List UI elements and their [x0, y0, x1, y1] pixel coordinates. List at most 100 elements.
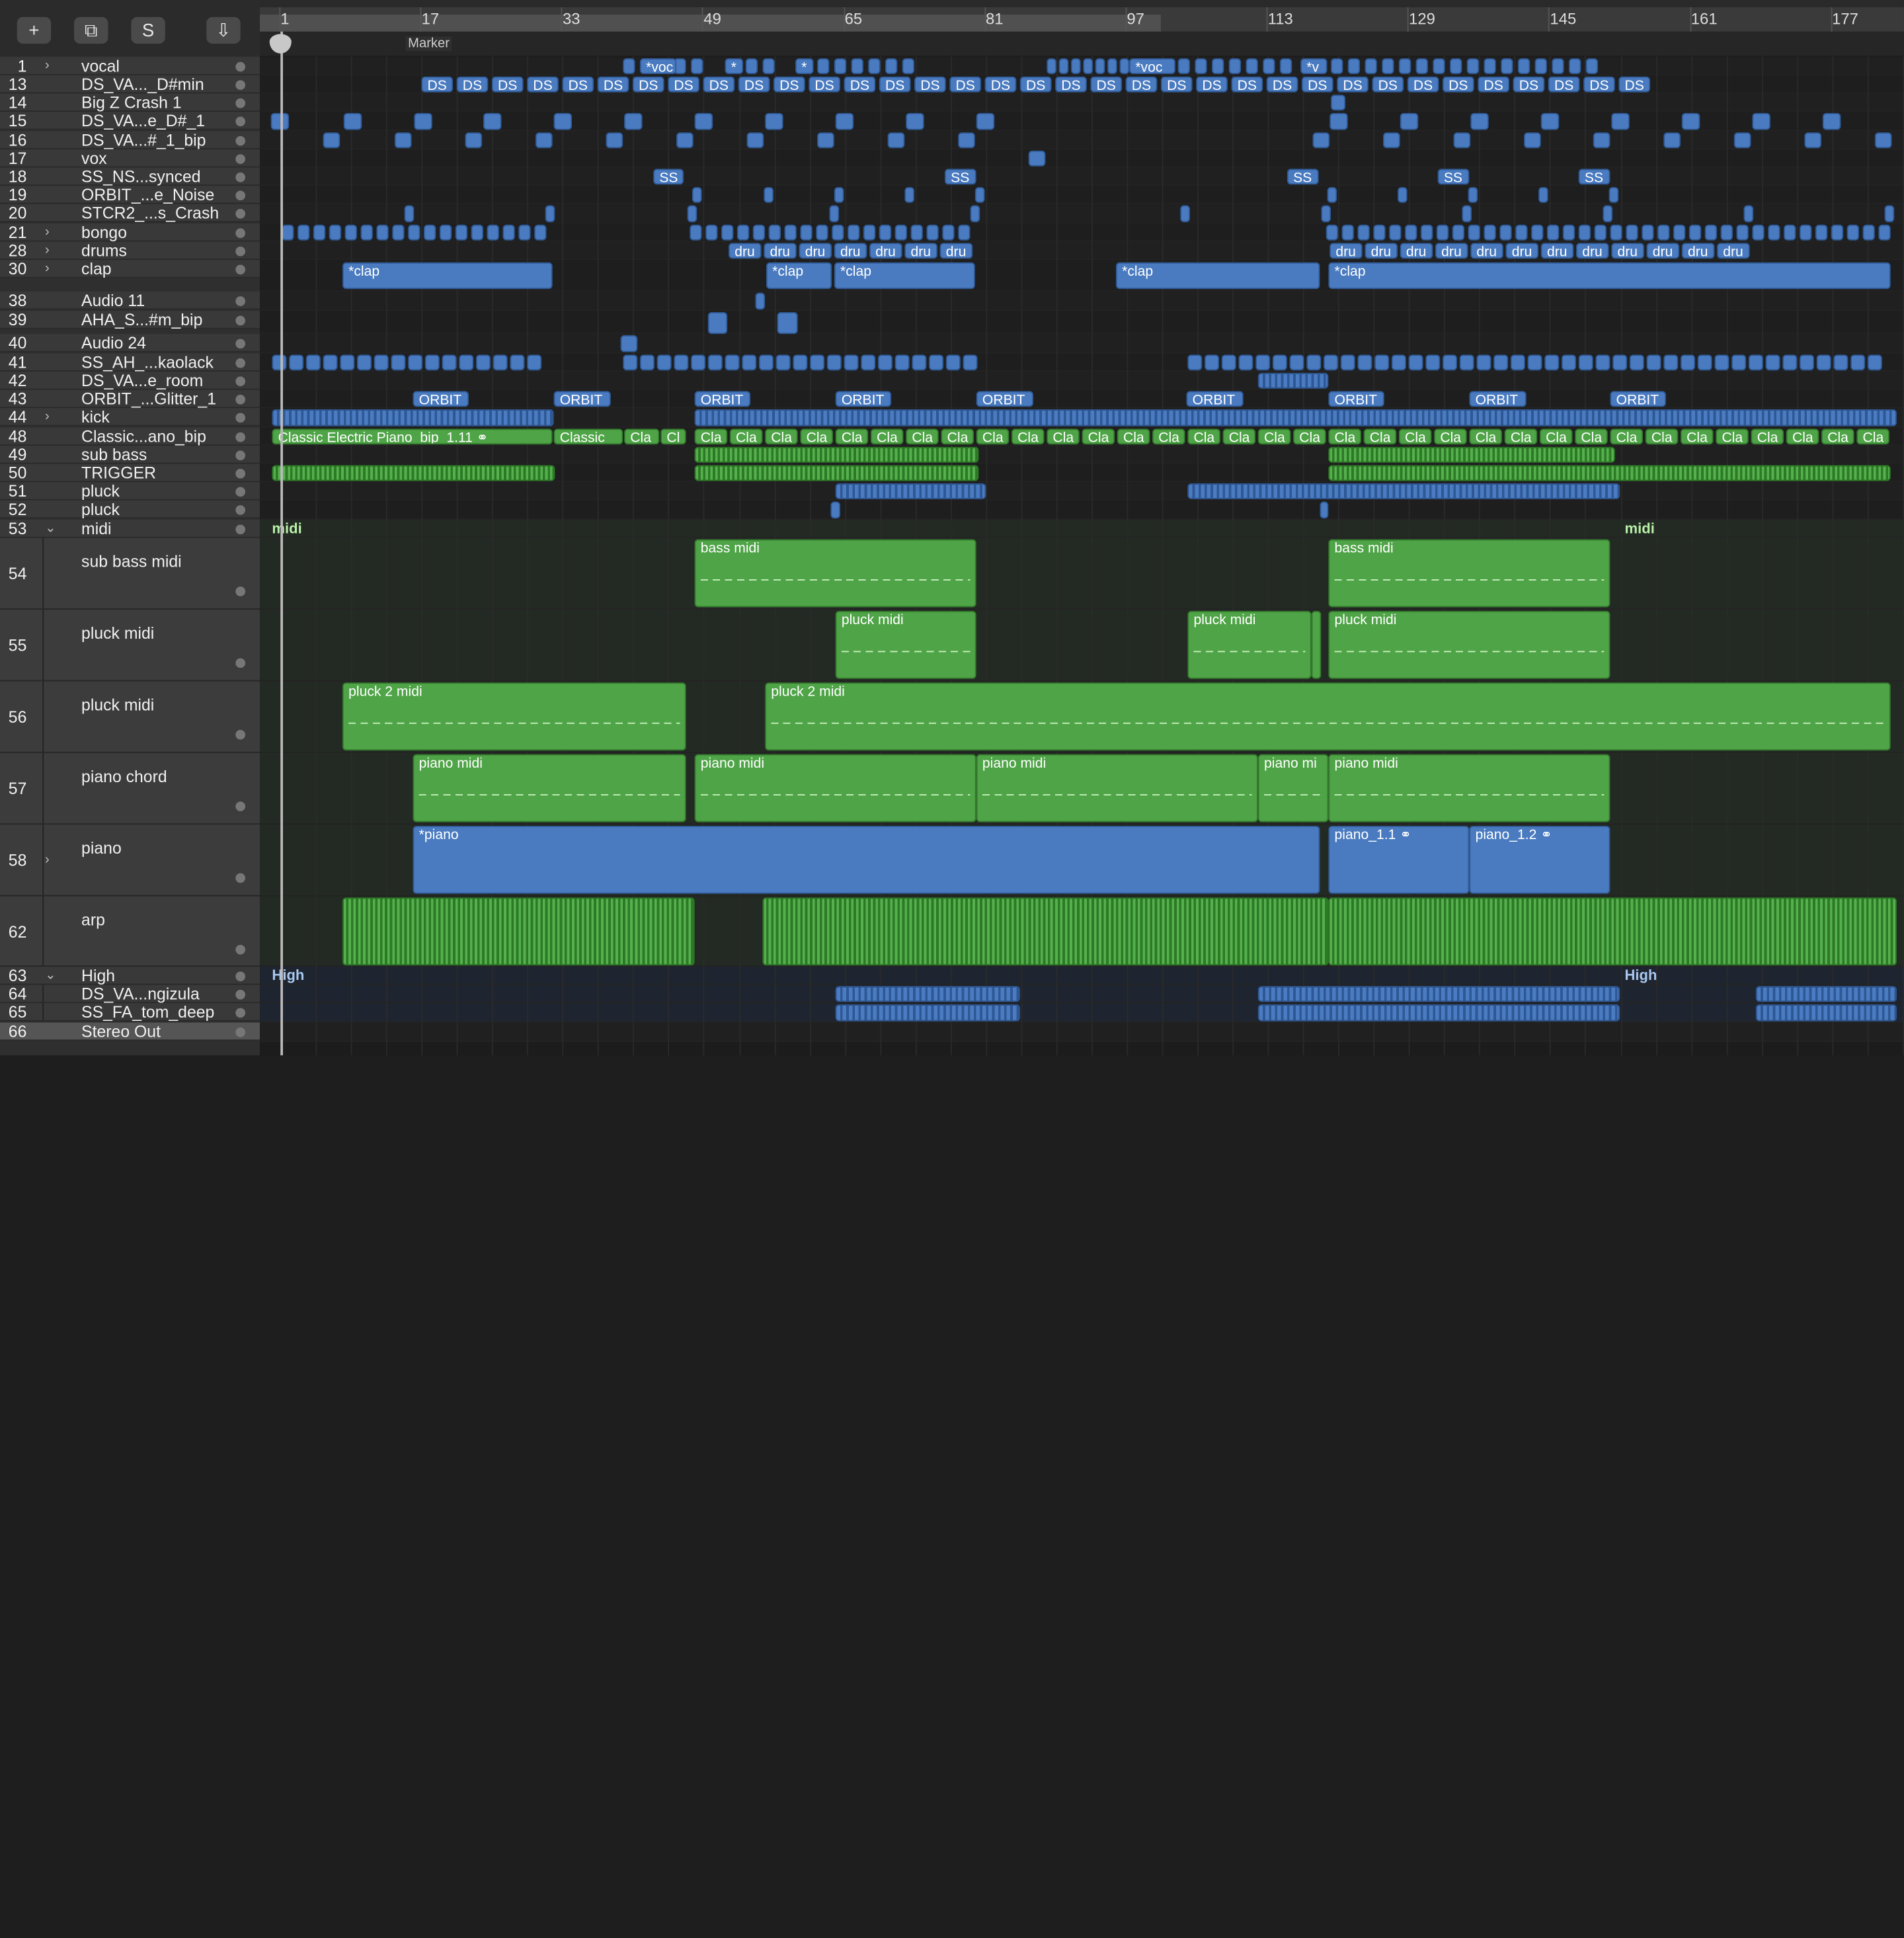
region-block[interactable] — [1484, 224, 1496, 241]
region-block[interactable] — [1205, 354, 1220, 371]
record-enable-icon[interactable] — [235, 487, 246, 497]
midi-region[interactable]: piano midi — [1328, 754, 1610, 823]
drums-region[interactable]: dru — [904, 243, 937, 259]
region-block[interactable] — [1736, 224, 1749, 241]
drums-region[interactable]: dru — [764, 243, 797, 259]
crash-region[interactable] — [1331, 95, 1346, 111]
region-block[interactable] — [1466, 58, 1480, 75]
classic-piano-region[interactable]: Cla — [765, 428, 798, 445]
region-block[interactable] — [810, 354, 825, 371]
piano-audio-region[interactable]: piano_1.1 ⚭ — [1328, 825, 1470, 894]
classic-piano-region[interactable]: Cla — [1680, 428, 1714, 445]
region-block[interactable] — [518, 224, 531, 241]
region-block[interactable] — [1398, 58, 1411, 75]
region-block[interactable] — [1476, 354, 1491, 371]
track-header[interactable]: 56 pluck midi — [0, 681, 260, 752]
track-header[interactable]: 66 Stereo Out — [0, 1022, 260, 1041]
track-header[interactable]: 54 sub bass midi — [0, 538, 260, 610]
region-block[interactable] — [976, 112, 995, 130]
classic-piano-region[interactable]: Classic Electric Piano_bip_1.11 ⚭ — [272, 428, 553, 445]
orbit-region[interactable]: ORBIT — [1610, 391, 1666, 407]
region-block[interactable] — [879, 224, 892, 241]
ds-region[interactable]: DS_ — [668, 76, 699, 93]
ds-region[interactable]: DS_ — [1160, 76, 1193, 93]
ds-region[interactable]: DS_ — [1442, 76, 1474, 93]
disclosure-icon[interactable]: › — [45, 223, 57, 242]
clap-region[interactable]: *clap — [1115, 262, 1320, 290]
ds-region[interactable]: DS_ — [632, 76, 664, 93]
track-header[interactable]: 63 ⌄ High — [0, 967, 260, 986]
region-block[interactable] — [755, 292, 766, 310]
region-block[interactable] — [1327, 186, 1337, 203]
folder-region-label[interactable]: High — [1625, 967, 1657, 984]
clap-region[interactable]: *clap — [1328, 262, 1891, 290]
region-block[interactable] — [1408, 354, 1423, 371]
region-block[interactable] — [1784, 224, 1796, 241]
region-block[interactable] — [1688, 224, 1702, 241]
region-block[interactable] — [340, 354, 355, 371]
region-block[interactable] — [674, 354, 689, 371]
classic-piano-region[interactable]: Cla — [1716, 428, 1749, 445]
classic-piano-region[interactable]: Cla — [1047, 428, 1080, 445]
disclosure-icon[interactable]: › — [45, 57, 57, 75]
classic-piano-region[interactable]: Cla — [1751, 428, 1784, 445]
region-block[interactable] — [816, 224, 828, 241]
midi-region[interactable]: pluck 2 midi — [765, 682, 1891, 751]
ds-region[interactable]: DS_ — [1055, 76, 1087, 93]
region-block[interactable] — [1733, 132, 1751, 149]
folder-region-label[interactable]: High — [272, 967, 304, 984]
folder-region-label[interactable]: midi — [272, 520, 301, 537]
region-block[interactable] — [707, 312, 728, 335]
ds-region[interactable]: DS_ — [421, 76, 454, 93]
region-block[interactable] — [1629, 354, 1644, 371]
tom-region[interactable] — [1755, 986, 1897, 1002]
track-lane[interactable] — [260, 985, 1904, 1004]
orbit-region[interactable]: ORBIT — [553, 391, 611, 407]
region-block[interactable] — [483, 112, 502, 130]
orbit-region[interactable]: ORBIT_ — [694, 391, 751, 407]
track-name[interactable]: Audio 24 — [81, 334, 146, 352]
arrange-area[interactable]: *voc * * *voc *v DS_ DS_ DS_ DS_ DS_ DS_ DS_ DS_ DS_ D… — [260, 56, 1904, 1056]
region-block[interactable] — [1731, 354, 1747, 371]
region-block[interactable] — [374, 354, 389, 371]
vocal-region[interactable]: *voc — [1129, 58, 1175, 75]
track-name[interactable]: SS_FA_tom_deep — [81, 1003, 214, 1022]
region-block[interactable] — [1493, 354, 1509, 371]
add-track-button[interactable]: + — [17, 17, 52, 44]
classic-piano-region[interactable]: Cla — [906, 428, 939, 445]
record-enable-icon[interactable] — [235, 989, 246, 1000]
classic-piano-region[interactable]: Cla — [1187, 428, 1220, 445]
track-lane[interactable] — [260, 372, 1904, 390]
classic-piano-region[interactable]: Cla — [1504, 428, 1538, 445]
sub-bass-region[interactable] — [694, 446, 979, 463]
classic-piano-region[interactable]: Cla — [976, 428, 1010, 445]
region-block[interactable] — [1058, 58, 1069, 75]
record-enable-icon[interactable] — [235, 801, 246, 811]
region-block[interactable] — [877, 354, 892, 371]
region-block[interactable] — [1768, 224, 1780, 241]
region-block[interactable] — [455, 224, 468, 241]
region-block[interactable] — [1340, 354, 1355, 371]
region-block[interactable] — [926, 224, 939, 241]
track-name[interactable]: midi — [81, 520, 111, 538]
region-block[interactable] — [800, 224, 813, 241]
marker-track[interactable]: Marker — [260, 31, 1904, 56]
drums-region[interactable]: dru — [799, 243, 832, 259]
classic-piano-region[interactable]: Cla — [624, 428, 660, 445]
region-block[interactable] — [1383, 132, 1400, 149]
track-name[interactable]: DS_VA...e_D#_1 — [81, 112, 205, 130]
region-block[interactable] — [282, 224, 294, 241]
classic-piano-region[interactable]: Cla — [729, 428, 763, 445]
track-name[interactable]: DS_VA...ngizula — [81, 985, 200, 1004]
region-block[interactable] — [623, 354, 638, 371]
record-enable-icon[interactable] — [235, 339, 246, 349]
classic-piano-region[interactable]: Cl — [660, 428, 686, 445]
region-block[interactable] — [904, 186, 915, 203]
record-enable-icon[interactable] — [235, 394, 246, 405]
track-header[interactable]: 17 vox — [0, 149, 260, 169]
region-block[interactable] — [1180, 205, 1190, 223]
region-block[interactable] — [1642, 224, 1654, 241]
region-block[interactable] — [323, 354, 338, 371]
track-name[interactable]: pluck midi — [81, 624, 154, 643]
region-block[interactable] — [832, 224, 844, 241]
